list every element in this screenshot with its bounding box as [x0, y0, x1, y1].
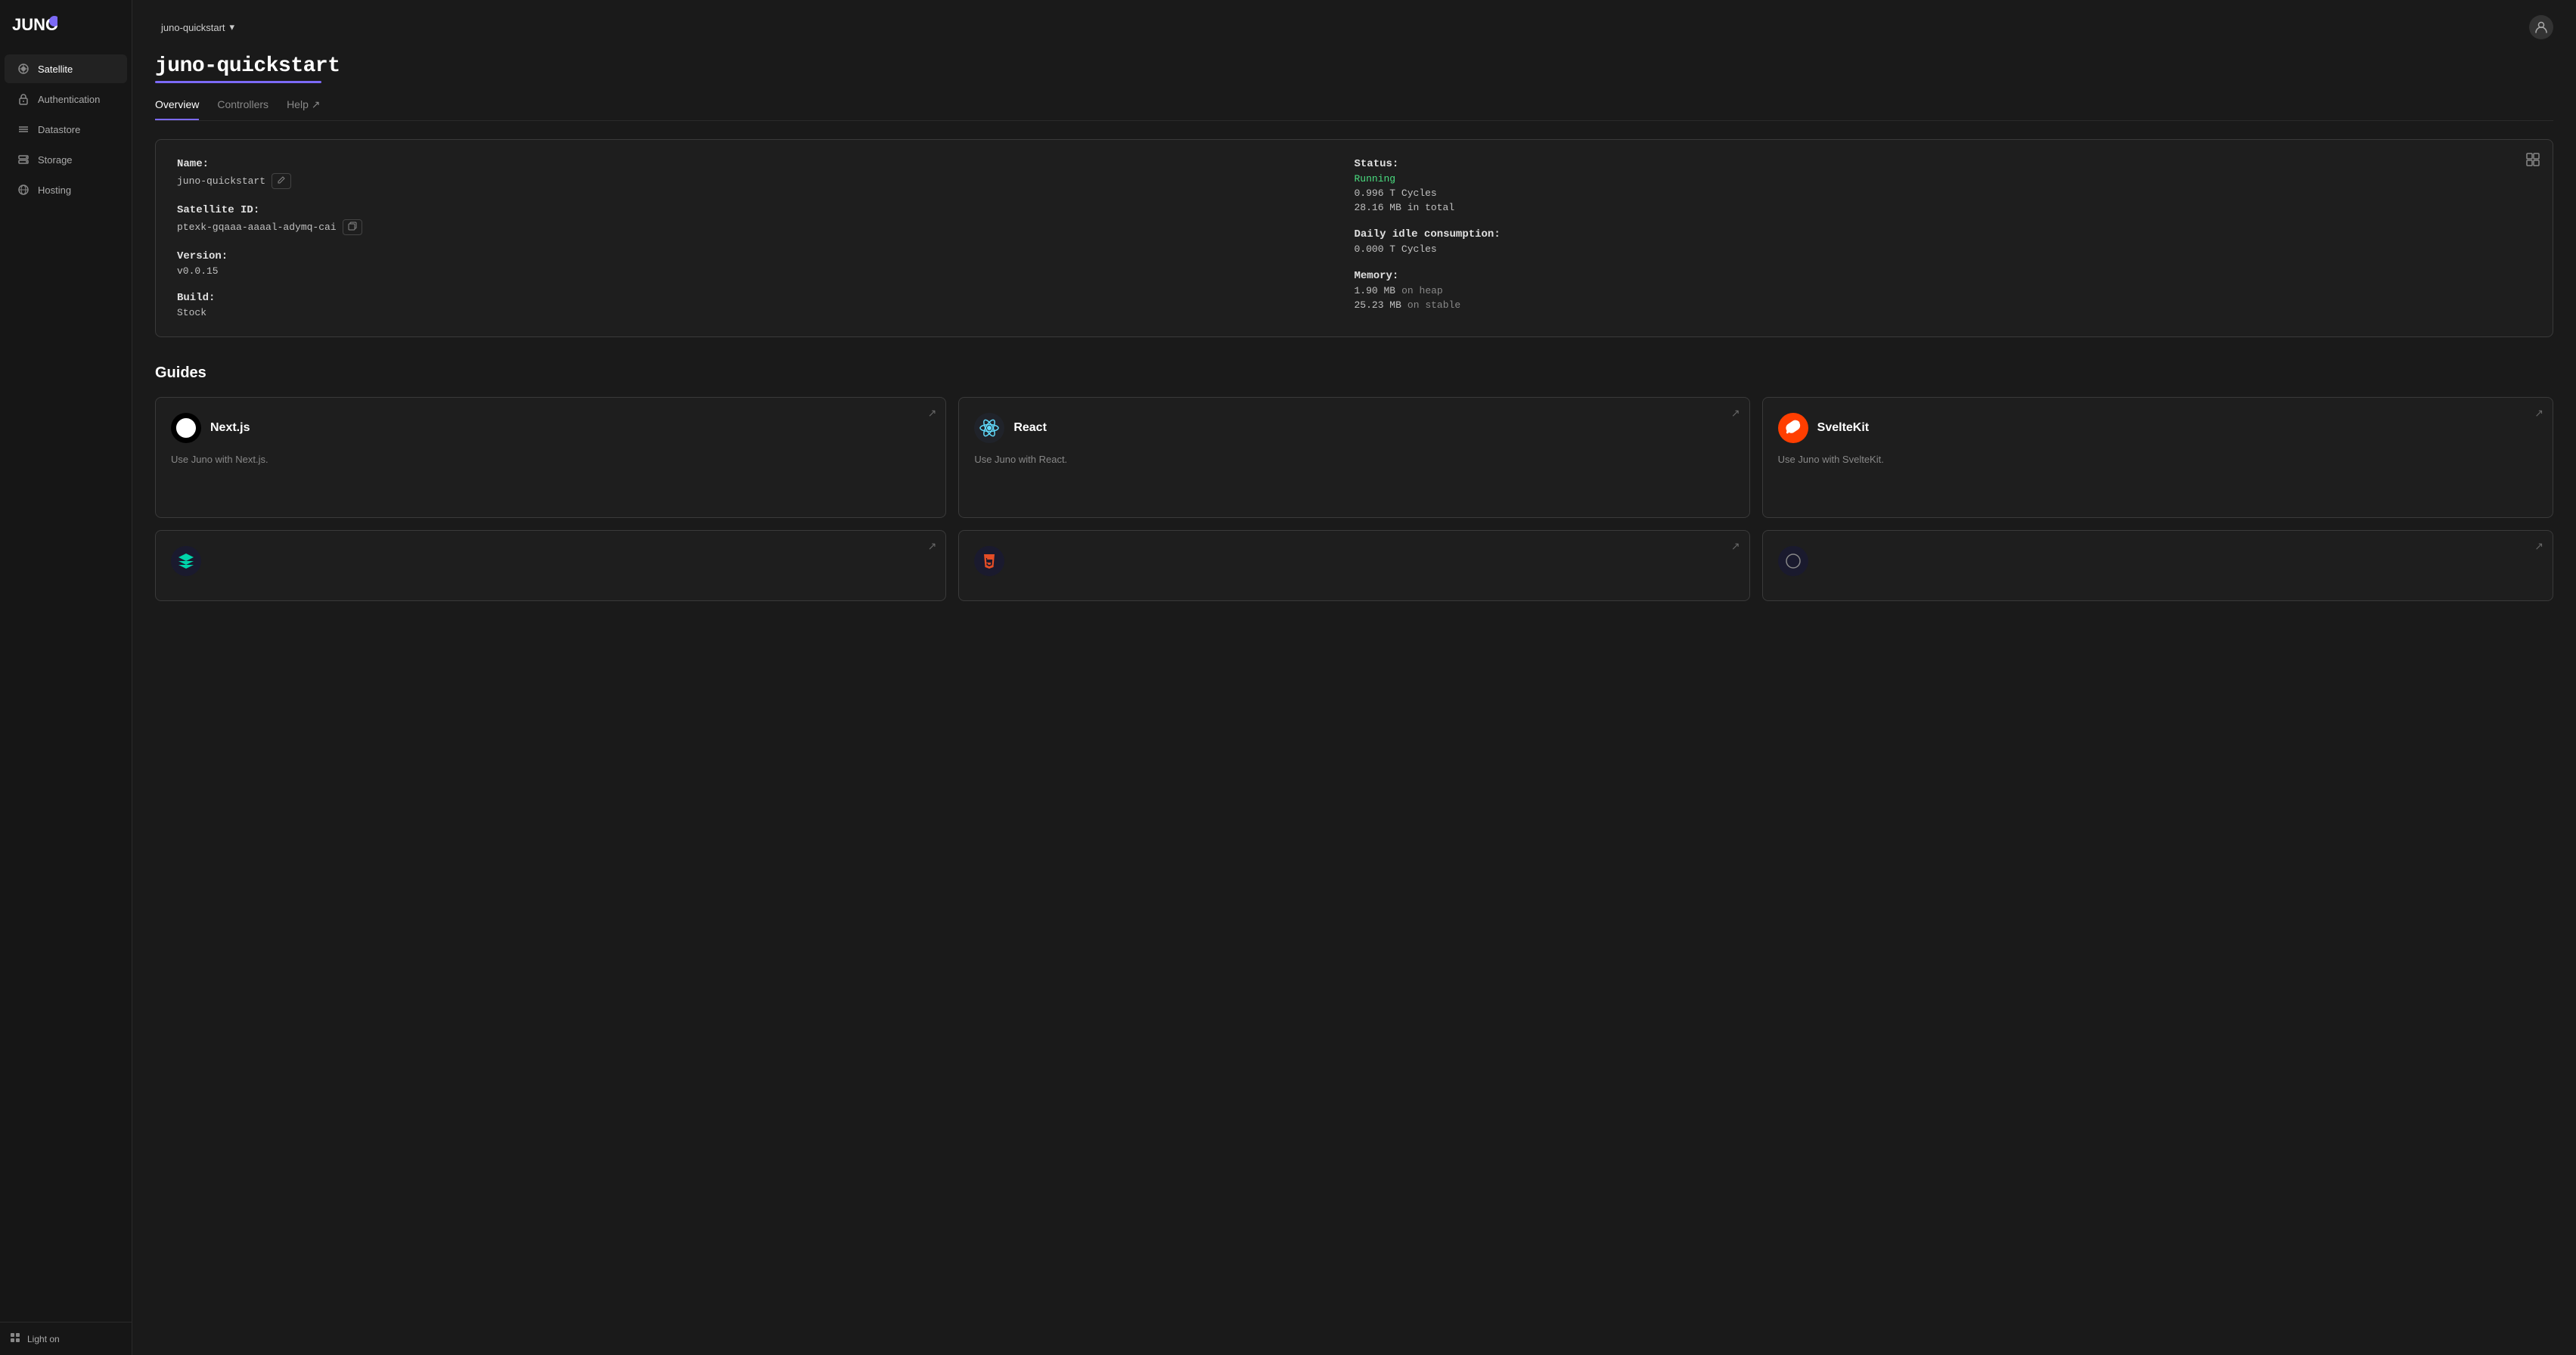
name-edit-button[interactable]: [272, 173, 291, 189]
build-field: Build: Stock: [177, 292, 1355, 318]
name-field: Name: juno-quickstart: [177, 158, 1355, 189]
guides-title: Guides: [155, 364, 2553, 382]
guide-name-react: React: [1013, 421, 1047, 435]
page-title: juno-quickstart: [155, 54, 2553, 78]
main-content: juno-quickstart ▾ juno-quickstart Overvi…: [132, 0, 2576, 1355]
satellite-name: juno-quickstart: [161, 22, 225, 33]
status-label: Status:: [1355, 158, 2532, 170]
bottom-logo-2: [974, 546, 1004, 576]
version-value: v0.0.15: [177, 265, 1355, 277]
memory-heap-label: on heap: [1401, 285, 1443, 296]
guide-link-icon: ↗: [2534, 407, 2543, 420]
guide-header: React: [974, 413, 1733, 443]
sidebar-item-storage[interactable]: Storage: [5, 145, 127, 174]
sidebar-item-label: Storage: [38, 154, 73, 166]
cycles-value: 0.996 T Cycles: [1355, 188, 2532, 199]
memory-field: Memory: 1.90 MB on heap 25.23 MB on stab…: [1355, 270, 2532, 311]
title-underline: [155, 81, 321, 83]
guide-desc-nextjs: Use Juno with Next.js.: [171, 452, 930, 467]
bottom-logo-1: [171, 546, 201, 576]
name-value: juno-quickstart: [177, 175, 265, 187]
guide-name-nextjs: Next.js: [210, 421, 250, 435]
guide-header-bottom-1: [171, 546, 930, 576]
svelte-logo: [1778, 413, 1808, 443]
datastore-icon: [17, 122, 30, 136]
guide-link-icon: ↗: [1731, 407, 1740, 420]
theme-label: Light on: [27, 1334, 60, 1344]
daily-idle-value: 0.000 T Cycles: [1355, 243, 2532, 255]
memory-label: Memory:: [1355, 270, 2532, 282]
sidebar-item-label: Satellite: [38, 64, 73, 75]
hosting-icon: [17, 183, 30, 197]
topbar: juno-quickstart ▾: [155, 15, 2553, 39]
guide-card-bottom-3[interactable]: ↗: [1762, 530, 2553, 601]
guide-card-bottom-1[interactable]: ↗: [155, 530, 946, 601]
sidebar: JUNO Satellite: [0, 0, 132, 1355]
sidebar-item-label: Authentication: [38, 94, 100, 105]
guide-link-icon: ↗: [1731, 540, 1740, 553]
theme-icon: [9, 1332, 21, 1346]
memory-stable-value: 25.23 MB: [1355, 299, 1401, 311]
version-field: Version: v0.0.15: [177, 250, 1355, 277]
nextjs-logo: [171, 413, 201, 443]
satellite-id-label: Satellite ID:: [177, 204, 1355, 216]
copy-id-button[interactable]: [343, 219, 362, 235]
tab-overview[interactable]: Overview: [155, 98, 199, 120]
daily-idle-field: Daily idle consumption: 0.000 T Cycles: [1355, 228, 2532, 255]
info-col-right: Status: Running 0.996 T Cycles 28.16 MB …: [1355, 158, 2532, 318]
user-avatar-button[interactable]: [2529, 15, 2553, 39]
tab-help[interactable]: Help ↗: [287, 98, 320, 120]
sidebar-item-label: Hosting: [38, 184, 71, 196]
version-label: Version:: [177, 250, 1355, 262]
guide-header-bottom-3: [1778, 546, 2537, 576]
sidebar-nav: Satellite Authentication Datastore: [0, 48, 132, 1322]
guide-card-sveltekit[interactable]: ↗ SvelteKit Use Juno with SvelteKit.: [1762, 397, 2553, 518]
logo: JUNO: [0, 0, 132, 48]
dropdown-icon: ▾: [230, 21, 235, 33]
build-value: Stock: [177, 307, 1355, 318]
guide-link-icon: ↗: [928, 540, 937, 553]
info-card: Name: juno-quickstart Satellite ID: ptex…: [155, 139, 2553, 337]
guide-header: Next.js: [171, 413, 930, 443]
build-label: Build:: [177, 292, 1355, 304]
guide-name-sveltekit: SvelteKit: [1817, 421, 1869, 435]
guide-link-icon: ↗: [2534, 540, 2543, 553]
sidebar-item-label: Datastore: [38, 124, 80, 135]
sidebar-item-hosting[interactable]: Hosting: [5, 175, 127, 204]
memory-heap-value: 1.90 MB: [1355, 285, 1396, 296]
satellite-id-value: ptexk-gqaaa-aaaal-adymq-cai: [177, 222, 337, 233]
status-value: Running: [1355, 173, 2532, 184]
guide-card-nextjs[interactable]: ↗ Next.js Use Juno with Next.js.: [155, 397, 946, 518]
sidebar-item-datastore[interactable]: Datastore: [5, 115, 127, 144]
satellite-id-field: Satellite ID: ptexk-gqaaa-aaaal-adymq-ca…: [177, 204, 1355, 235]
bottom-logo-3: [1778, 546, 1808, 576]
guide-header-bottom-2: [974, 546, 1733, 576]
sidebar-item-authentication[interactable]: Authentication: [5, 85, 127, 113]
theme-toggle[interactable]: Light on: [0, 1322, 132, 1355]
guides-grid: ↗ Next.js Use Juno with Next.js. ↗: [155, 397, 2553, 601]
info-col-left: Name: juno-quickstart Satellite ID: ptex…: [177, 158, 1355, 318]
guide-desc-react: Use Juno with React.: [974, 452, 1733, 467]
daily-idle-label: Daily idle consumption:: [1355, 228, 2532, 240]
guide-card-react[interactable]: ↗ React Use Juno with React.: [958, 397, 1749, 518]
sidebar-item-satellite[interactable]: Satellite: [5, 54, 127, 83]
satellite-icon: [17, 62, 30, 76]
total-value: 28.16 MB in total: [1355, 202, 2532, 213]
tab-controllers[interactable]: Controllers: [217, 98, 268, 120]
card-menu-button[interactable]: [2525, 152, 2540, 171]
status-field: Status: Running 0.996 T Cycles 28.16 MB …: [1355, 158, 2532, 213]
guide-link-icon: ↗: [928, 407, 937, 420]
tabs: Overview Controllers Help ↗: [155, 98, 2553, 121]
auth-icon: [17, 92, 30, 106]
satellite-selector[interactable]: juno-quickstart ▾: [155, 18, 241, 36]
guide-header: SvelteKit: [1778, 413, 2537, 443]
storage-icon: [17, 153, 30, 166]
memory-stable-label: on stable: [1407, 299, 1460, 311]
user-icon: [2534, 20, 2548, 34]
guide-card-bottom-2[interactable]: ↗: [958, 530, 1749, 601]
react-logo: [974, 413, 1004, 443]
name-label: Name:: [177, 158, 1355, 170]
guide-desc-sveltekit: Use Juno with SvelteKit.: [1778, 452, 2537, 467]
